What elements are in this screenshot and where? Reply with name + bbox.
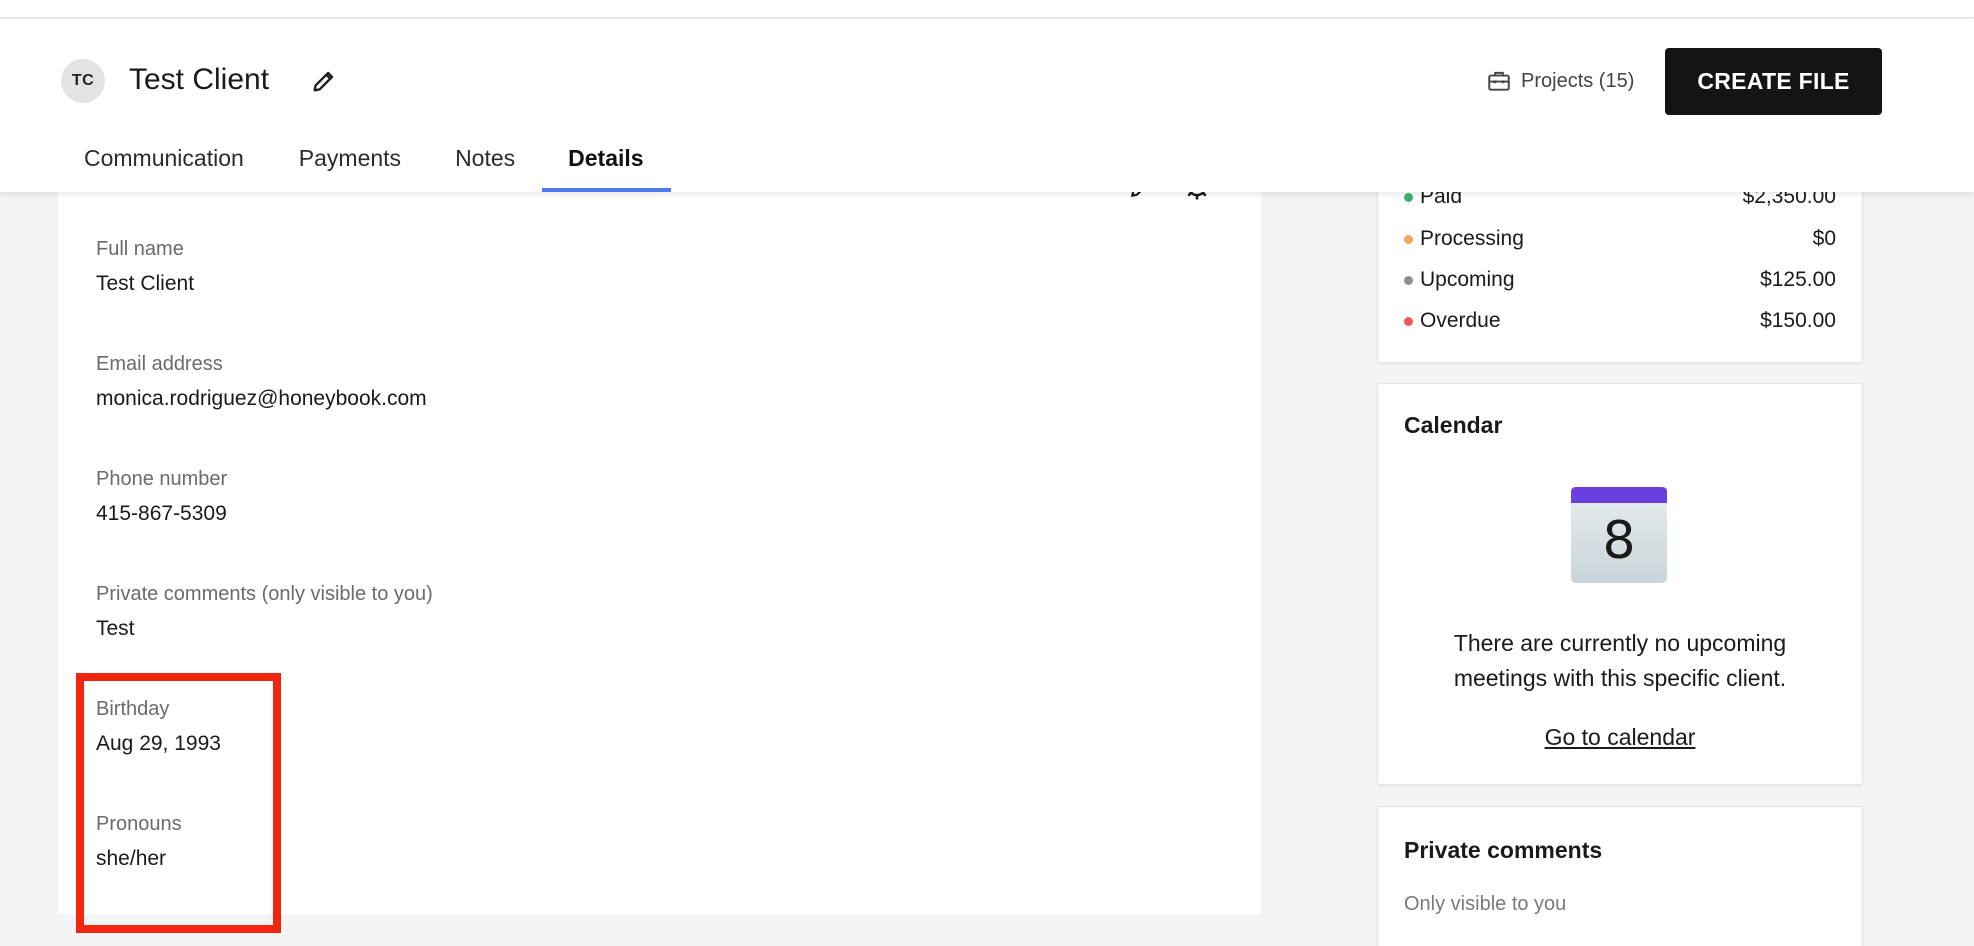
payment-row-upcoming: Upcoming $125.00 [1404, 265, 1836, 295]
payment-row-processing: Processing $0 [1404, 224, 1836, 254]
field-email: Email address monica.rodriguez@honeybook… [96, 351, 427, 413]
avatar[interactable]: TC [61, 59, 105, 103]
pencil-icon[interactable] [310, 67, 338, 95]
payment-amount: $125.00 [1760, 268, 1836, 291]
tab-notes[interactable]: Notes [428, 129, 542, 192]
calendar-card: Calendar 8 There are currently no upcomi… [1377, 383, 1863, 785]
private-comments-subtitle: Only visible to you [1404, 893, 1567, 915]
field-label: Pronouns [96, 813, 182, 835]
field-label: Phone number [96, 468, 228, 490]
contact-details-card: CONTACT DETAILS Full name Test Client Em… [58, 150, 1261, 914]
field-value: she/her [96, 847, 167, 870]
payment-amount: $0 [1812, 227, 1836, 250]
payment-label: Processing [1420, 227, 1524, 250]
no-meetings-text: There are currently no upcoming meetings… [1453, 630, 1787, 691]
tab-details[interactable]: Details [542, 129, 672, 192]
projects-label: Projects (15) [1521, 69, 1635, 92]
tab-communication[interactable]: Communication [60, 129, 268, 192]
field-pronouns: Pronouns she/her [96, 811, 182, 873]
field-value: Aug 29, 1993 [96, 732, 221, 755]
calendar-day: 8 [1602, 511, 1635, 571]
field-label: Full name [96, 238, 184, 260]
field-value: Test [96, 617, 135, 640]
projects-button[interactable]: Projects (15) [1486, 65, 1634, 97]
private-comments-title: Private comments [1404, 837, 1603, 863]
field-label: Birthday [96, 698, 170, 720]
field-birthday: Birthday Aug 29, 1993 [96, 696, 221, 758]
calendar-icon: 8 [1571, 487, 1667, 583]
status-dot [1404, 192, 1413, 202]
private-comments-card: Private comments Only visible to you [1377, 806, 1863, 946]
client-name: Test Client [129, 63, 270, 96]
payment-label: Upcoming [1420, 268, 1515, 291]
field-phone: Phone number 415-867-5309 [96, 466, 227, 528]
create-file-button[interactable]: CREATE FILE [1665, 48, 1882, 115]
payment-label: Overdue [1420, 309, 1501, 332]
top-bar [0, 0, 1974, 18]
field-value: monica.rodriguez@honeybook.com [96, 387, 427, 410]
field-full-name: Full name Test Client [96, 236, 194, 298]
status-dot [1404, 234, 1413, 244]
field-label: Private comments (only visible to you) [96, 583, 433, 605]
field-value: 415-867-5309 [96, 502, 227, 525]
tab-bar: Communication Payments Notes Details [60, 129, 672, 192]
briefcase-icon [1488, 71, 1510, 91]
client-header: TC Test Client Projects (15) CREATE FILE… [0, 19, 1974, 192]
field-private-comments: Private comments (only visible to you) T… [96, 581, 433, 643]
field-label: Email address [96, 353, 223, 375]
status-dot [1404, 316, 1413, 326]
go-to-calendar-link[interactable]: Go to calendar [1378, 724, 1862, 751]
calendar-title: Calendar [1404, 412, 1503, 438]
status-dot [1404, 275, 1413, 285]
tab-payments[interactable]: Payments [268, 129, 428, 192]
field-value: Test Client [96, 272, 195, 295]
payment-amount: $150.00 [1760, 309, 1836, 332]
payment-row-overdue: Overdue $150.00 [1404, 306, 1836, 336]
